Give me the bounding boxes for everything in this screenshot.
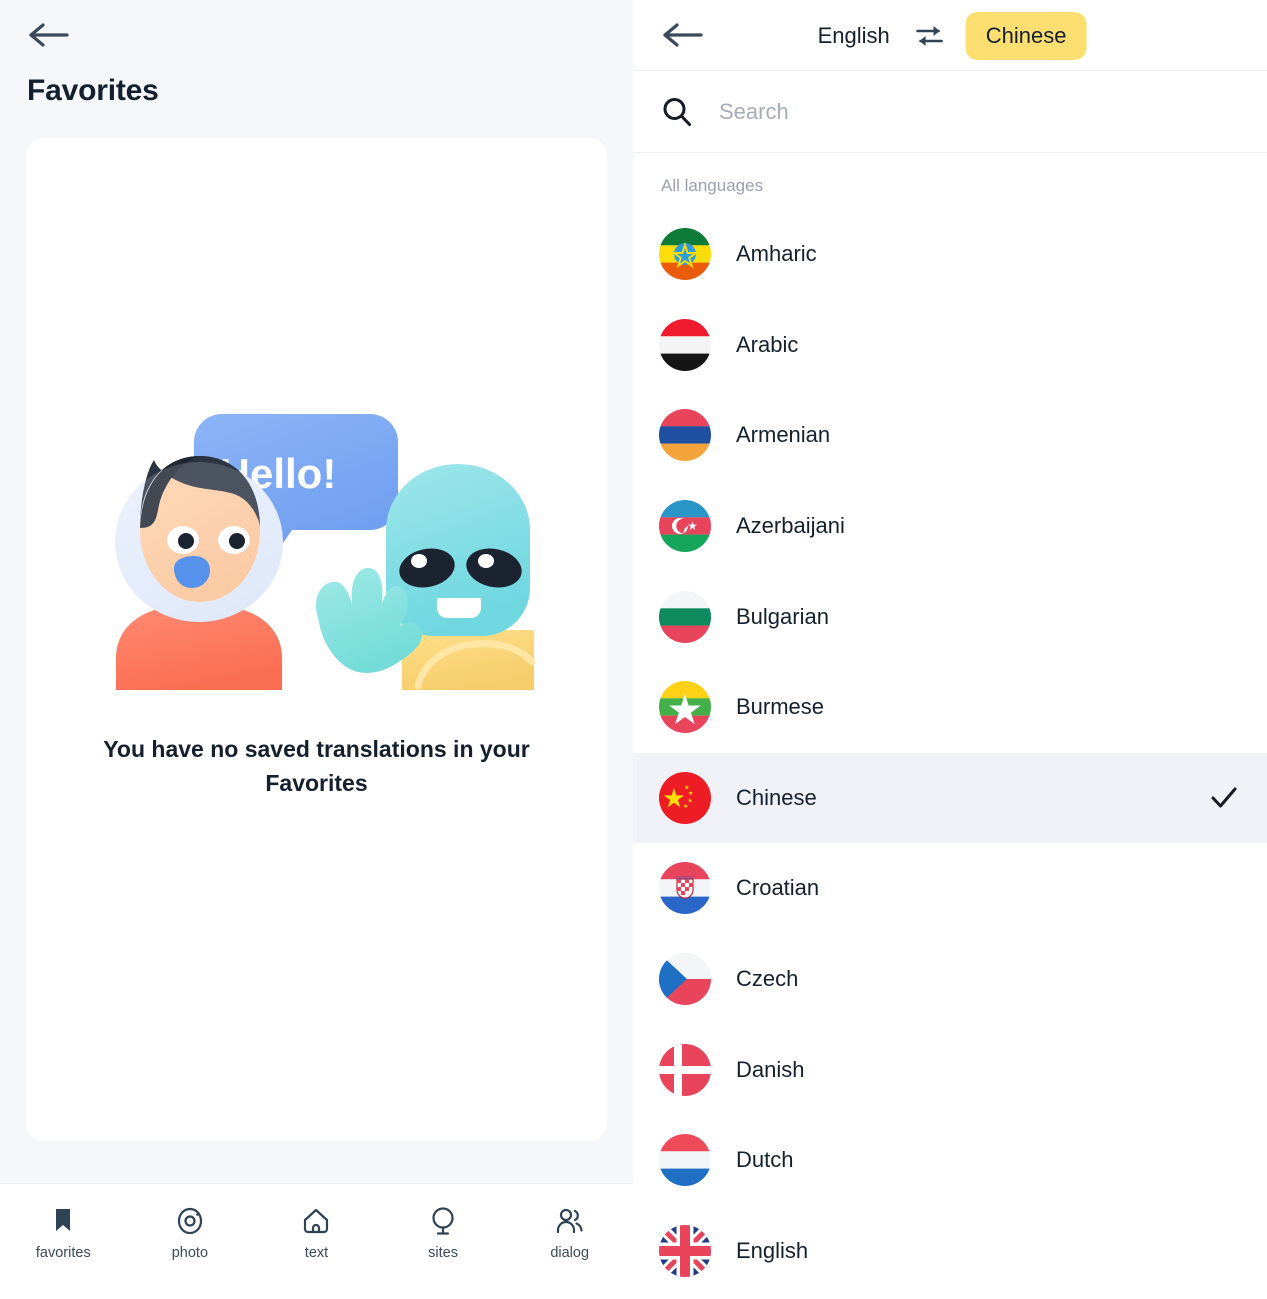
language-row-croatian[interactable]: Croatian [633,843,1267,934]
text-house-icon [304,1208,329,1234]
sites-balloon-icon [432,1207,454,1235]
language-row-azerbaijani[interactable]: Azerbaijani [633,481,1267,572]
flag-am-icon [659,409,711,462]
people-icon [556,1208,583,1234]
tab-label-sites: sites [428,1245,458,1261]
language-list: Amharic Arabic Armenian Azerbaijani Bulg… [633,209,1267,1296]
language-name: Bulgarian [736,603,829,629]
language-row-bulgarian[interactable]: Bulgarian [633,571,1267,662]
language-name: Arabic [736,331,799,357]
astronaut-alien-illustration: Hello! [82,400,552,690]
tab-dialog[interactable]: dialog [506,1206,633,1261]
flag-et-icon [659,228,711,281]
language-row-arabic[interactable]: Arabic [633,300,1267,391]
language-pair: English Chinese [814,0,1087,71]
language-name: Dutch [736,1147,794,1173]
tab-sites[interactable]: sites [380,1206,507,1261]
check-icon [1211,787,1237,808]
target-language-button[interactable]: Chinese [965,11,1087,60]
favorites-empty-card: Hello! You have no saved translations in… [26,138,607,1141]
search-input[interactable] [719,91,1199,132]
tab-label-photo: photo [171,1245,209,1261]
language-name: Chinese [736,784,817,810]
language-row-dutch[interactable]: Dutch [633,1115,1267,1206]
arrow-left-icon [29,23,69,47]
language-name: Azerbaijani [736,513,845,539]
page-title: Favorites [27,74,159,107]
back-button-favorites[interactable] [27,14,75,56]
flag-gb-icon [659,1224,711,1277]
language-row-english[interactable]: English [633,1206,1267,1297]
flag-mm-icon [659,681,711,734]
empty-state-text: You have no saved translations in your F… [103,735,530,796]
swap-languages-button[interactable] [913,21,947,51]
flag-az-icon [659,500,711,553]
camera-icon [177,1207,202,1235]
language-name: Croatian [736,875,820,901]
language-picker-panel: English Chinese All languages [633,0,1267,1299]
language-name: English [736,1237,809,1263]
language-row-armenian[interactable]: Armenian [633,390,1267,481]
favorites-panel: Favorites Hello! You have no saved trans… [0,0,633,1299]
language-row-chinese[interactable]: Chinese [633,752,1267,844]
language-row-danish[interactable]: Danish [633,1024,1267,1115]
bookmark-icon [56,1209,71,1231]
flag-ye-icon [659,318,711,371]
language-row-burmese[interactable]: Burmese [633,662,1267,753]
illustration-svg: Hello! [114,413,535,690]
language-name: Amharic [736,241,817,267]
tab-label-dialog: dialog [550,1245,590,1261]
flag-cz-icon [659,953,711,1006]
language-name: Armenian [736,422,831,448]
language-name: Czech [736,966,799,992]
language-row-amharic[interactable]: Amharic [633,209,1267,300]
back-button-languages[interactable] [661,14,707,56]
flag-bg-icon [659,590,711,643]
flag-cn-icon [659,771,711,824]
language-name: Danish [736,1056,805,1082]
tab-label-text: text [304,1245,329,1261]
language-header: English Chinese [633,0,1267,71]
language-row-czech[interactable]: Czech [633,934,1267,1025]
flag-nl-icon [659,1134,711,1187]
tab-text[interactable]: text [253,1206,380,1261]
section-label-all-languages: All languages [661,176,764,195]
flag-dk-icon [659,1043,711,1096]
tab-label-favorites: favorites [35,1245,91,1261]
source-language-button[interactable]: English [814,15,894,57]
flag-hr-icon [659,862,711,915]
app-screen: Favorites Hello! You have no saved trans… [0,0,1267,1299]
search-icon [663,97,691,126]
arrow-left-icon [663,23,703,47]
search-bar[interactable] [633,71,1267,153]
tab-photo[interactable]: photo [127,1206,254,1261]
bottom-tab-bar: favorites photo text sites dialog [0,1183,633,1299]
language-name: Burmese [736,694,825,720]
swap-arrows-icon [916,25,944,46]
tab-favorites[interactable]: favorites [0,1206,127,1261]
